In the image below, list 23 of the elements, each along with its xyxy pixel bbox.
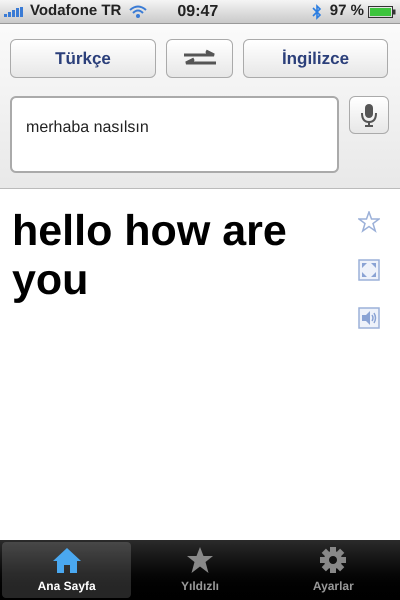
battery-percent: 97 %: [330, 1, 364, 22]
microphone-icon: [361, 103, 377, 127]
tab-bar-item[interactable]: Ana Sayfa: [2, 542, 132, 598]
home-icon: [52, 546, 82, 574]
target-language-button[interactable]: İngilizce: [243, 39, 388, 78]
fullscreen-icon[interactable]: [358, 259, 380, 281]
bluetooth-icon: [312, 4, 322, 20]
star-icon[interactable]: [358, 211, 380, 233]
settings-icon: [318, 546, 348, 574]
translation-text: hello how are you: [12, 207, 288, 306]
battery-icon: [368, 6, 396, 18]
carrier-name: Vodafone TR: [30, 1, 122, 22]
wifi-icon: [129, 5, 148, 18]
source-language-button[interactable]: Türkçe: [10, 39, 156, 78]
speaker-icon[interactable]: [358, 307, 380, 329]
swap-languages-button[interactable]: [166, 39, 233, 78]
signal-icon: [4, 6, 26, 16]
microphone-button[interactable]: [349, 96, 389, 134]
text-input-field[interactable]: merhaba nasılsın: [10, 96, 339, 173]
clock: 09:47: [177, 2, 218, 22]
tab-bar-item[interactable]: Yıldızlı: [135, 542, 265, 598]
star-icon: [184, 546, 215, 574]
tab-bar-item[interactable]: Ayarlar: [268, 542, 398, 598]
